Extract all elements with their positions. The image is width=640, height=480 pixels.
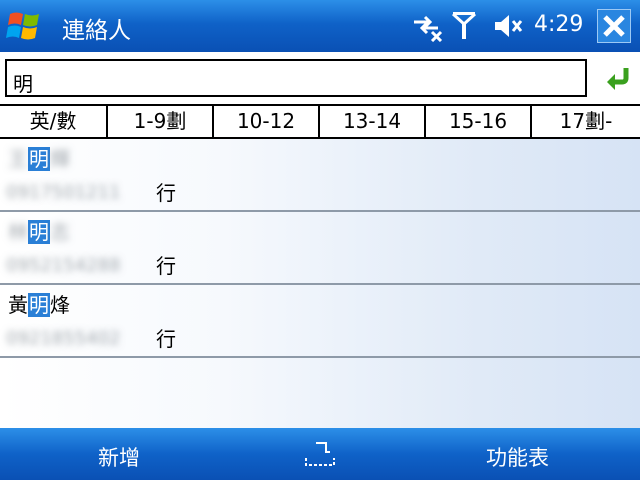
name-match-highlight: 明 bbox=[28, 220, 50, 244]
contact-name: 黃明烽 bbox=[8, 291, 70, 319]
app-title: 連絡人 bbox=[62, 18, 131, 44]
name-prefix: 黃 bbox=[8, 293, 28, 317]
signal-icon[interactable] bbox=[451, 10, 477, 42]
search-input[interactable]: 明 bbox=[5, 59, 587, 97]
name-suffix: 志 bbox=[50, 220, 70, 244]
phone-type-label: 行 bbox=[156, 254, 176, 278]
search-row: 明 bbox=[0, 52, 640, 104]
phone-type-label: 行 bbox=[156, 327, 176, 351]
phone-type-label: 行 bbox=[156, 181, 176, 205]
name-match-highlight: 明 bbox=[28, 293, 50, 317]
tab-strokes-1-9[interactable]: 1-9劃 bbox=[108, 106, 214, 137]
title-bar: 連絡人 4:29 bbox=[0, 0, 640, 52]
menu-softkey[interactable]: 功能表 bbox=[486, 442, 549, 472]
close-button[interactable] bbox=[597, 9, 631, 43]
connectivity-icon[interactable] bbox=[410, 10, 444, 42]
tab-alpha-num[interactable]: 英/數 bbox=[0, 106, 108, 137]
name-prefix: 王 bbox=[8, 147, 28, 171]
list-item[interactable]: 林明志 0952154288 行 bbox=[0, 212, 640, 285]
clock[interactable]: 4:29 bbox=[534, 12, 583, 37]
contact-name: 林明志 bbox=[8, 218, 70, 246]
close-icon bbox=[603, 15, 625, 37]
volume-muted-icon[interactable] bbox=[492, 10, 524, 42]
name-prefix: 林 bbox=[8, 220, 28, 244]
keyboard-input-icon[interactable] bbox=[304, 440, 336, 468]
tab-strokes-15-16[interactable]: 15-16 bbox=[426, 106, 532, 137]
go-arrow-icon[interactable] bbox=[604, 64, 632, 92]
tab-strokes-10-12[interactable]: 10-12 bbox=[214, 106, 320, 137]
tab-strokes-13-14[interactable]: 13-14 bbox=[320, 106, 426, 137]
name-match-highlight: 明 bbox=[28, 147, 50, 171]
contact-phone: 0917501211 bbox=[6, 182, 121, 203]
windows-start-icon[interactable] bbox=[6, 8, 44, 44]
name-suffix: 烽 bbox=[50, 293, 70, 317]
contact-phone: 0921855402 bbox=[6, 328, 121, 349]
contact-phone: 0952154288 bbox=[6, 255, 121, 276]
contact-name: 王明輝 bbox=[8, 145, 70, 173]
index-tabs: 英/數 1-9劃 10-12 13-14 15-16 17劃- bbox=[0, 104, 640, 139]
contact-list: 王明輝 0917501211 行 林明志 0952154288 行 黃明烽 09… bbox=[0, 139, 640, 428]
list-item[interactable]: 黃明烽 0921855402 行 bbox=[0, 285, 640, 358]
softkey-bar: 新增 功能表 bbox=[0, 428, 640, 480]
name-suffix: 輝 bbox=[50, 147, 70, 171]
tab-strokes-17-plus[interactable]: 17劃- bbox=[532, 106, 640, 137]
new-softkey[interactable]: 新增 bbox=[98, 442, 140, 472]
list-item[interactable]: 王明輝 0917501211 行 bbox=[0, 139, 640, 212]
